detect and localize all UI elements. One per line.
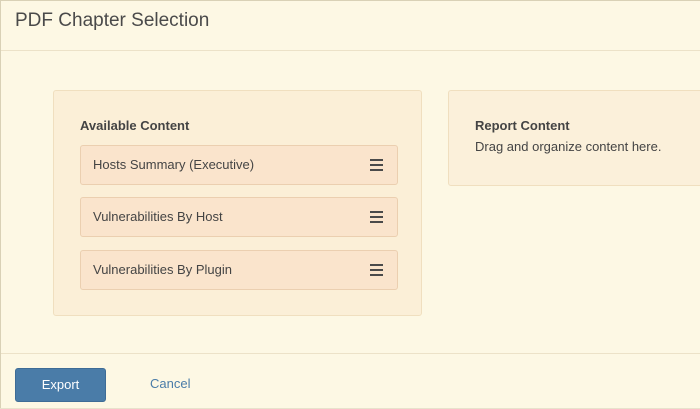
drag-handle-icon[interactable] bbox=[370, 211, 383, 223]
dialog-footer: Export Cancel bbox=[1, 353, 700, 409]
cancel-link[interactable]: Cancel bbox=[150, 376, 190, 391]
report-content-drop-zone[interactable]: Report Content Drag and organize content… bbox=[448, 90, 700, 186]
available-content-heading: Available Content bbox=[80, 118, 190, 133]
drag-handle-icon[interactable] bbox=[370, 159, 383, 171]
report-content-heading: Report Content bbox=[475, 118, 570, 133]
drag-handle-icon[interactable] bbox=[370, 264, 383, 276]
export-button[interactable]: Export bbox=[15, 368, 106, 402]
content-item-hosts-summary[interactable]: Hosts Summary (Executive) bbox=[80, 145, 398, 185]
dialog-header: PDF Chapter Selection bbox=[1, 1, 700, 51]
pdf-chapter-selection-dialog: PDF Chapter Selection Available Content … bbox=[0, 0, 700, 408]
content-item-label: Vulnerabilities By Plugin bbox=[93, 262, 232, 277]
report-content-hint: Drag and organize content here. bbox=[475, 139, 662, 154]
content-item-label: Hosts Summary (Executive) bbox=[93, 157, 255, 172]
content-item-vulnerabilities-by-host[interactable]: Vulnerabilities By Host bbox=[80, 197, 398, 237]
content-item-vulnerabilities-by-plugin[interactable]: Vulnerabilities By Plugin bbox=[80, 250, 398, 290]
available-content-panel: Available Content Hosts Summary (Executi… bbox=[53, 90, 422, 316]
content-item-label: Vulnerabilities By Host bbox=[93, 209, 223, 224]
dialog-title: PDF Chapter Selection bbox=[15, 10, 210, 31]
